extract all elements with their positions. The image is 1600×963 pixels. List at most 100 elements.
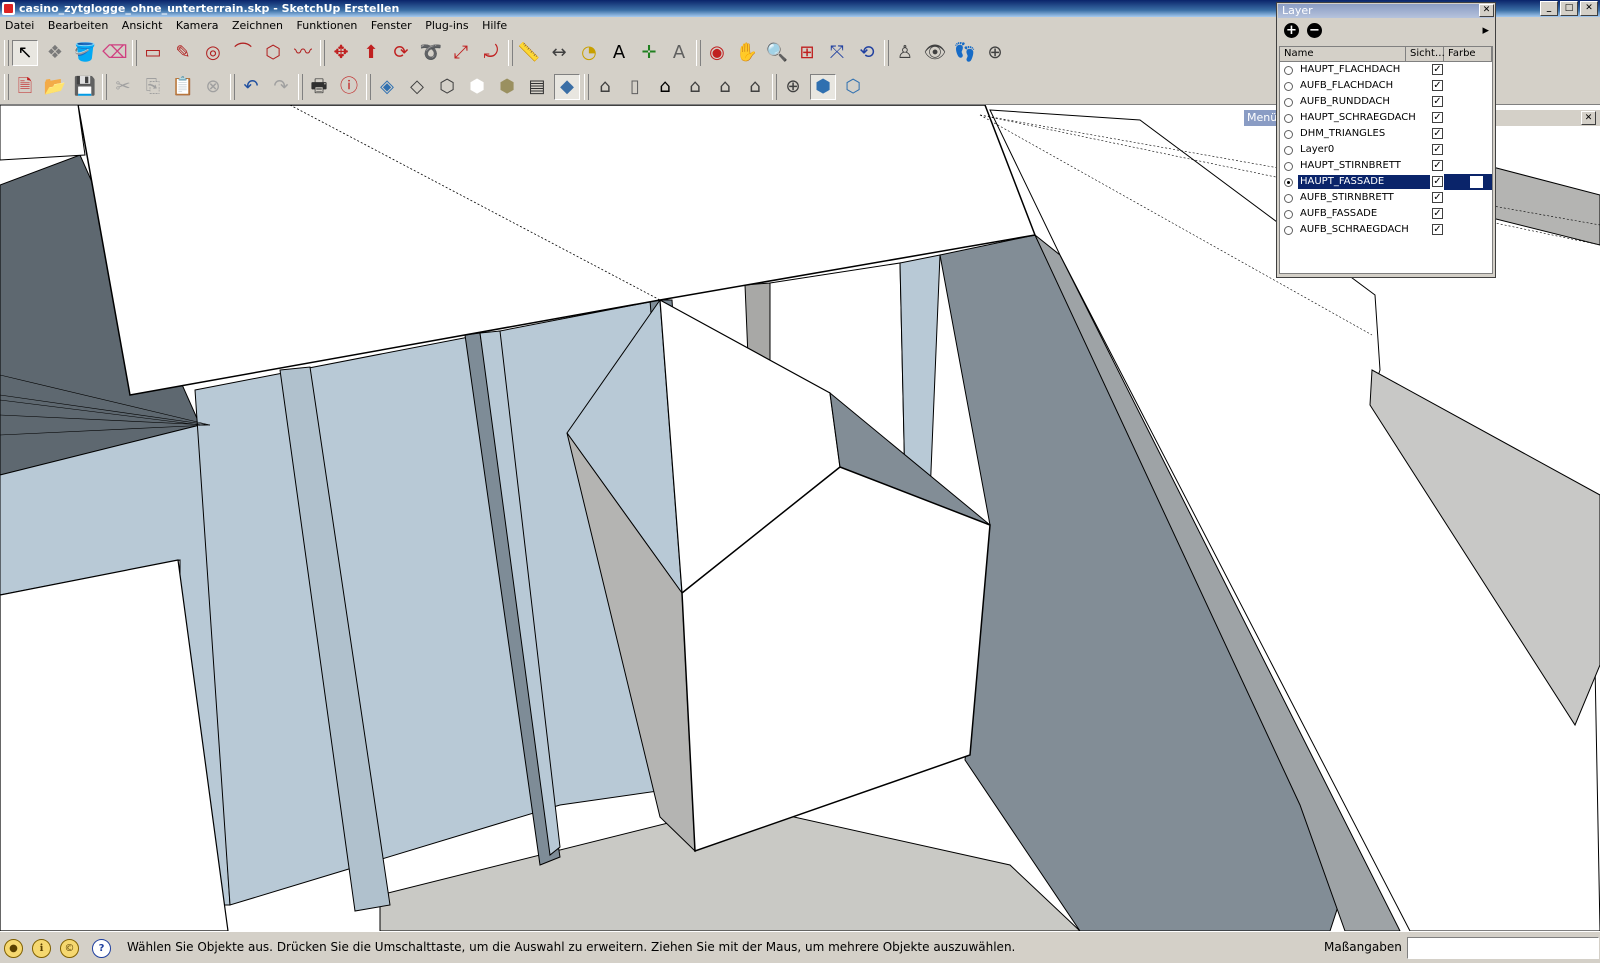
layer-name[interactable]: AUFB_FLACHDACH (1298, 79, 1395, 93)
iso-view-icon[interactable]: ⌂ (592, 74, 618, 100)
copyright-icon[interactable]: © (60, 939, 79, 958)
layer-panel-title[interactable]: Layer (1278, 4, 1494, 18)
layer-name[interactable]: HAUPT_FASSADE (1298, 175, 1430, 189)
offset-icon[interactable]: ⤾ (478, 40, 504, 66)
dimension-icon[interactable]: ↔ (546, 40, 572, 66)
wireframe-icon[interactable]: ⬡ (434, 74, 460, 100)
move-icon[interactable]: ✥ (328, 40, 354, 66)
menu-kamera[interactable]: Kamera (171, 17, 224, 35)
layer-color-swatch[interactable] (1444, 206, 1492, 222)
visibility-checkbox[interactable]: ✓ (1432, 192, 1443, 203)
measurements-input[interactable] (1407, 937, 1599, 959)
polygon-icon[interactable]: ⬡ (260, 40, 286, 66)
layer-name[interactable]: HAUPT_SCHRAEGDACH (1298, 111, 1418, 125)
active-layer-radio[interactable] (1284, 114, 1293, 123)
shaded-textures-icon[interactable]: ▤ (524, 74, 550, 100)
layer-name[interactable]: AUFB_FASSADE (1298, 207, 1379, 221)
section-plane-icon[interactable]: ⊕ (982, 40, 1008, 66)
help-icon[interactable]: ? (92, 939, 111, 958)
follow-me-icon[interactable]: ➰ (418, 40, 444, 66)
layer-name[interactable]: Layer0 (1298, 143, 1336, 157)
menu-ansicht[interactable]: Ansicht (117, 17, 168, 35)
visibility-checkbox[interactable]: ✓ (1432, 176, 1443, 187)
layer-color-swatch[interactable] (1444, 174, 1492, 190)
axes-icon[interactable]: ✛ (636, 40, 662, 66)
layer-name[interactable]: AUFB_SCHRAEGDACH (1298, 223, 1411, 237)
shaded-icon[interactable]: ⬢ (494, 74, 520, 100)
monochrome-icon[interactable]: ◆ (554, 74, 580, 100)
push-pull-icon[interactable]: ⬆ (358, 40, 384, 66)
layer-row[interactable]: HAUPT_SCHRAEGDACH ✓ (1280, 110, 1492, 126)
cut-icon[interactable]: ✂ (110, 74, 136, 100)
hidden-line-icon[interactable]: ⬢ (464, 74, 490, 100)
layer-name[interactable]: AUFB_RUNDDACH (1298, 95, 1392, 109)
layer-color-swatch[interactable] (1444, 126, 1492, 142)
make-component-icon[interactable]: ❖ (42, 40, 68, 66)
details-arrow-icon[interactable]: ▸ (1482, 23, 1489, 38)
right-view-icon[interactable]: ⌂ (682, 74, 708, 100)
layer-row[interactable]: AUFB_SCHRAEGDACH ✓ (1280, 222, 1492, 238)
line-pencil-icon[interactable]: ✎ (170, 40, 196, 66)
column-color[interactable]: Farbe (1444, 47, 1492, 61)
menu-panel-title[interactable]: Menü (1244, 110, 1277, 126)
layer-row[interactable]: AUFB_STIRNBRETT ✓ (1280, 190, 1492, 206)
layer-color-swatch[interactable] (1444, 62, 1492, 78)
protractor-icon[interactable]: ◔ (576, 40, 602, 66)
delete-layer-button[interactable]: − (1307, 23, 1322, 38)
active-layer-radio[interactable] (1284, 226, 1293, 235)
zoom-window-icon[interactable]: ⊞ (794, 40, 820, 66)
open-folder-icon[interactable]: 📂 (42, 74, 68, 100)
undo-icon[interactable]: ↶ (238, 74, 264, 100)
3d-text-icon[interactable]: A (666, 40, 692, 66)
display-section-cuts-icon[interactable]: ⬢ (810, 74, 836, 100)
add-layer-button[interactable]: + (1284, 23, 1299, 38)
layer-color-swatch[interactable] (1444, 78, 1492, 94)
arc-icon[interactable]: ⌒ (230, 40, 256, 66)
rotate-icon[interactable]: ⟳ (388, 40, 414, 66)
tape-measure-icon[interactable]: 📏 (516, 40, 542, 66)
geo-location-icon[interactable]: ● (4, 939, 23, 958)
column-visible[interactable]: Sicht… (1406, 47, 1445, 61)
paint-bucket-icon[interactable]: 🪣 (72, 40, 98, 66)
layer-name[interactable]: AUFB_STIRNBRETT (1298, 191, 1396, 205)
layer-row[interactable]: HAUPT_FLACHDACH ✓ (1280, 62, 1492, 78)
top-view-icon[interactable]: ▯ (622, 74, 648, 100)
visibility-checkbox[interactable]: ✓ (1432, 112, 1443, 123)
active-layer-radio[interactable] (1284, 130, 1293, 139)
menu-plugins[interactable]: Plug-ins (420, 17, 473, 35)
back-edges-icon[interactable]: ◇ (404, 74, 430, 100)
active-layer-radio[interactable] (1284, 66, 1293, 75)
print-icon[interactable]: 🖶 (306, 74, 332, 100)
section-fill-icon[interactable]: ⬡ (840, 74, 866, 100)
menu-datei[interactable]: Datei (0, 17, 39, 35)
visibility-checkbox[interactable]: ✓ (1432, 224, 1443, 235)
front-view-icon[interactable]: ⌂ (652, 74, 678, 100)
column-name[interactable]: Name (1280, 47, 1406, 61)
visibility-checkbox[interactable]: ✓ (1432, 160, 1443, 171)
paste-icon[interactable]: 📋 (170, 74, 196, 100)
menu-panel-close-button[interactable]: ✕ (1581, 111, 1596, 125)
pan-hand-icon[interactable]: ✋ (734, 40, 760, 66)
orbit-icon[interactable]: ◉ (704, 40, 730, 66)
layer-row[interactable]: HAUPT_FASSADE ✓ (1280, 174, 1492, 190)
previous-view-icon[interactable]: ⟲ (854, 40, 880, 66)
visibility-checkbox[interactable]: ✓ (1432, 128, 1443, 139)
active-layer-radio[interactable] (1284, 162, 1293, 171)
xray-icon[interactable]: ◈ (374, 74, 400, 100)
look-around-icon[interactable]: 👁 (922, 40, 948, 66)
menu-bearbeiten[interactable]: Bearbeiten (43, 17, 113, 35)
layer-color-swatch[interactable] (1444, 190, 1492, 206)
active-layer-radio[interactable] (1284, 210, 1293, 219)
visibility-checkbox[interactable]: ✓ (1432, 96, 1443, 107)
layer-color-swatch[interactable] (1444, 110, 1492, 126)
layer-row[interactable]: DHM_TRIANGLES ✓ (1280, 126, 1492, 142)
scale-icon[interactable]: ⤢ (448, 40, 474, 66)
close-button[interactable]: ✕ (1580, 1, 1598, 16)
layer-row[interactable]: Layer0 ✓ (1280, 142, 1492, 158)
copy-icon[interactable]: ⎘ (140, 74, 166, 100)
delete-icon[interactable]: ⊗ (200, 74, 226, 100)
layer-name[interactable]: DHM_TRIANGLES (1298, 127, 1387, 141)
layer-panel-close-button[interactable]: ✕ (1479, 4, 1494, 17)
visibility-checkbox[interactable]: ✓ (1432, 64, 1443, 75)
back-view-icon[interactable]: ⌂ (712, 74, 738, 100)
